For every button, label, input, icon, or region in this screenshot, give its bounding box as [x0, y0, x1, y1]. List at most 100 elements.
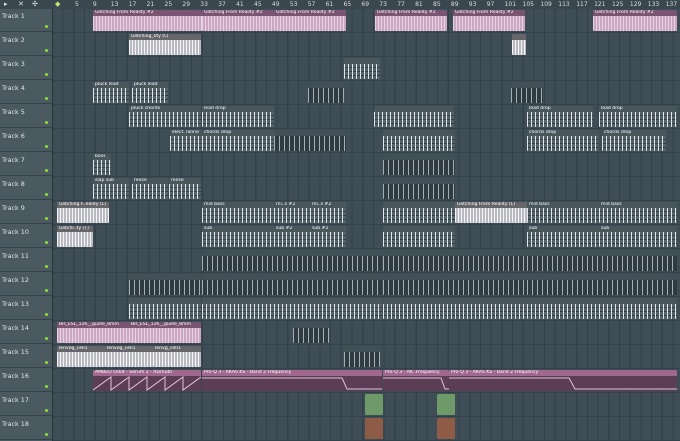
pattern-clip[interactable]: chords drop: [202, 130, 274, 151]
marker-icon[interactable]: ◆: [55, 0, 60, 9]
pattern-clip[interactable]: [365, 418, 383, 439]
audio-clip[interactable]: Glitching From Reality #2: [93, 10, 202, 31]
track-header[interactable]: Track 11: [0, 249, 52, 272]
track-header[interactable]: Track 6: [0, 129, 52, 152]
track-mute-led[interactable]: [45, 49, 48, 52]
track-mute-led[interactable]: [45, 97, 48, 100]
pattern-clip[interactable]: [527, 274, 677, 295]
pattern-clip[interactable]: [344, 346, 380, 367]
track-mute-led[interactable]: [45, 265, 48, 268]
track-mute-led[interactable]: [45, 145, 48, 148]
track-header[interactable]: Track 4: [0, 81, 52, 104]
pattern-clip[interactable]: bass: [93, 154, 111, 175]
audio-clip[interactable]: Glitching From Reality #2: [453, 10, 525, 31]
pattern-clip[interactable]: [437, 394, 455, 415]
pattern-clip[interactable]: mi..s #2: [274, 202, 310, 223]
track-mute-led[interactable]: [45, 361, 48, 364]
track-mute-led[interactable]: [45, 241, 48, 244]
track-mute-led[interactable]: [45, 313, 48, 316]
track-header[interactable]: Track 15: [0, 345, 52, 368]
pattern-clip[interactable]: [437, 418, 455, 439]
pattern-clip[interactable]: reese: [132, 178, 168, 199]
track-header[interactable]: Track 7: [0, 153, 52, 176]
pattern-clip[interactable]: mi..s #2: [310, 202, 346, 223]
audio-clip[interactable]: lenvg_cell1: [153, 346, 201, 367]
pattern-clip[interactable]: [308, 82, 344, 103]
audio-clip[interactable]: Glitching From Reality (L): [455, 202, 527, 223]
track-mute-led[interactable]: [45, 73, 48, 76]
track-header[interactable]: Track 1: [0, 9, 52, 32]
track-header[interactable]: Track 9: [0, 201, 52, 224]
audio-clip[interactable]: Glitching F..eality (L): [57, 202, 109, 223]
pattern-clip[interactable]: [383, 130, 455, 151]
pattern-clip[interactable]: [129, 298, 201, 319]
pattern-clip[interactable]: lead drop: [599, 106, 677, 127]
pattern-clip[interactable]: sub #2: [310, 226, 346, 247]
pattern-clip[interactable]: [202, 250, 382, 271]
pattern-clip[interactable]: pluck lead: [132, 82, 168, 103]
pattern-clip[interactable]: slap sub: [93, 178, 129, 199]
pattern-clip[interactable]: lead drop: [527, 106, 593, 127]
playlist-grid[interactable]: Glitching From Reality #2 Glitching From…: [53, 9, 680, 441]
track-mute-led[interactable]: [45, 169, 48, 172]
automation-clip[interactable]: Pro-Q 3 - AK..Frequency: [383, 370, 449, 391]
pattern-clip[interactable]: [383, 226, 455, 247]
audio-clip[interactable]: Glitching From Reality #2: [274, 10, 346, 31]
pattern-clip[interactable]: mid bass: [527, 202, 599, 223]
track-header[interactable]: Track 8: [0, 177, 52, 200]
audio-clip[interactable]: Glitching From Reality #2: [375, 10, 447, 31]
pattern-clip[interactable]: pluck chords: [129, 106, 201, 127]
track-header[interactable]: Track 17: [0, 393, 52, 416]
pattern-clip[interactable]: chords drop: [602, 130, 666, 151]
pattern-clip[interactable]: elect. lanne: [170, 130, 202, 151]
pattern-clip[interactable]: [383, 274, 527, 295]
track-mute-led[interactable]: [45, 409, 48, 412]
pattern-clip[interactable]: [274, 130, 346, 151]
pattern-clip[interactable]: [129, 274, 201, 295]
pattern-clip[interactable]: [365, 394, 383, 415]
pattern-clip[interactable]: [293, 322, 329, 343]
track-mute-led[interactable]: [45, 217, 48, 220]
pattern-clip[interactable]: [202, 274, 382, 295]
pattern-clip[interactable]: mid bass: [599, 202, 677, 223]
track-mute-led[interactable]: [45, 25, 48, 28]
track-header[interactable]: Track 16: [0, 369, 52, 392]
pattern-clip[interactable]: mid bass: [202, 202, 274, 223]
pattern-clip[interactable]: [383, 178, 455, 199]
track-mute-led[interactable]: [45, 433, 48, 436]
track-header[interactable]: Track 18: [0, 417, 52, 440]
pattern-clip[interactable]: [202, 298, 382, 319]
pattern-clip[interactable]: pluck lead: [93, 82, 129, 103]
pattern-clip[interactable]: sub: [527, 226, 599, 247]
track-header[interactable]: Track 2: [0, 33, 52, 56]
crosshair-icon[interactable]: ✣: [32, 0, 38, 9]
pattern-clip[interactable]: sub #2: [274, 226, 310, 247]
pattern-clip[interactable]: [374, 106, 454, 127]
track-header[interactable]: Track 13: [0, 297, 52, 320]
pattern-clip[interactable]: [383, 250, 527, 271]
pattern-clip[interactable]: lead drop: [202, 106, 274, 127]
pattern-clip[interactable]: [527, 250, 677, 271]
track-mute-led[interactable]: [45, 289, 48, 292]
automation-clip[interactable]: Pro-Q 3 - AKAS KS - Band 2 Frequency: [202, 370, 382, 391]
audio-clip[interactable]: Glitchi..ty (T): [57, 226, 93, 247]
track-mute-led[interactable]: [45, 337, 48, 340]
audio-clip[interactable]: BH_ESL_126__guide_8mm: [129, 322, 201, 343]
automation-clip[interactable]: AMBEO Orbit - Serum 2 - Azimuth: [93, 370, 201, 391]
audio-clip[interactable]: Glitching From Reality #2: [593, 10, 677, 31]
track-mute-led[interactable]: [45, 193, 48, 196]
track-header[interactable]: Track 14: [0, 321, 52, 344]
audio-clip[interactable]: Glitching From Reality #2: [202, 10, 274, 31]
audio-clip[interactable]: [512, 34, 526, 55]
track-header[interactable]: Track 12: [0, 273, 52, 296]
audio-clip[interactable]: BH_ESL_126__guide_8mm: [57, 322, 129, 343]
track-mute-led[interactable]: [45, 121, 48, 124]
close-icon[interactable]: ✕: [18, 0, 24, 9]
pattern-clip[interactable]: [344, 58, 380, 79]
pattern-clip[interactable]: [383, 202, 455, 223]
automation-clip[interactable]: Pro-Q 3 - AKAS KS - Band 2 Frequency: [449, 370, 677, 391]
pattern-clip[interactable]: [383, 154, 455, 175]
track-header[interactable]: Track 5: [0, 105, 52, 128]
pattern-clip[interactable]: [383, 298, 527, 319]
pattern-clip[interactable]: sub: [202, 226, 274, 247]
